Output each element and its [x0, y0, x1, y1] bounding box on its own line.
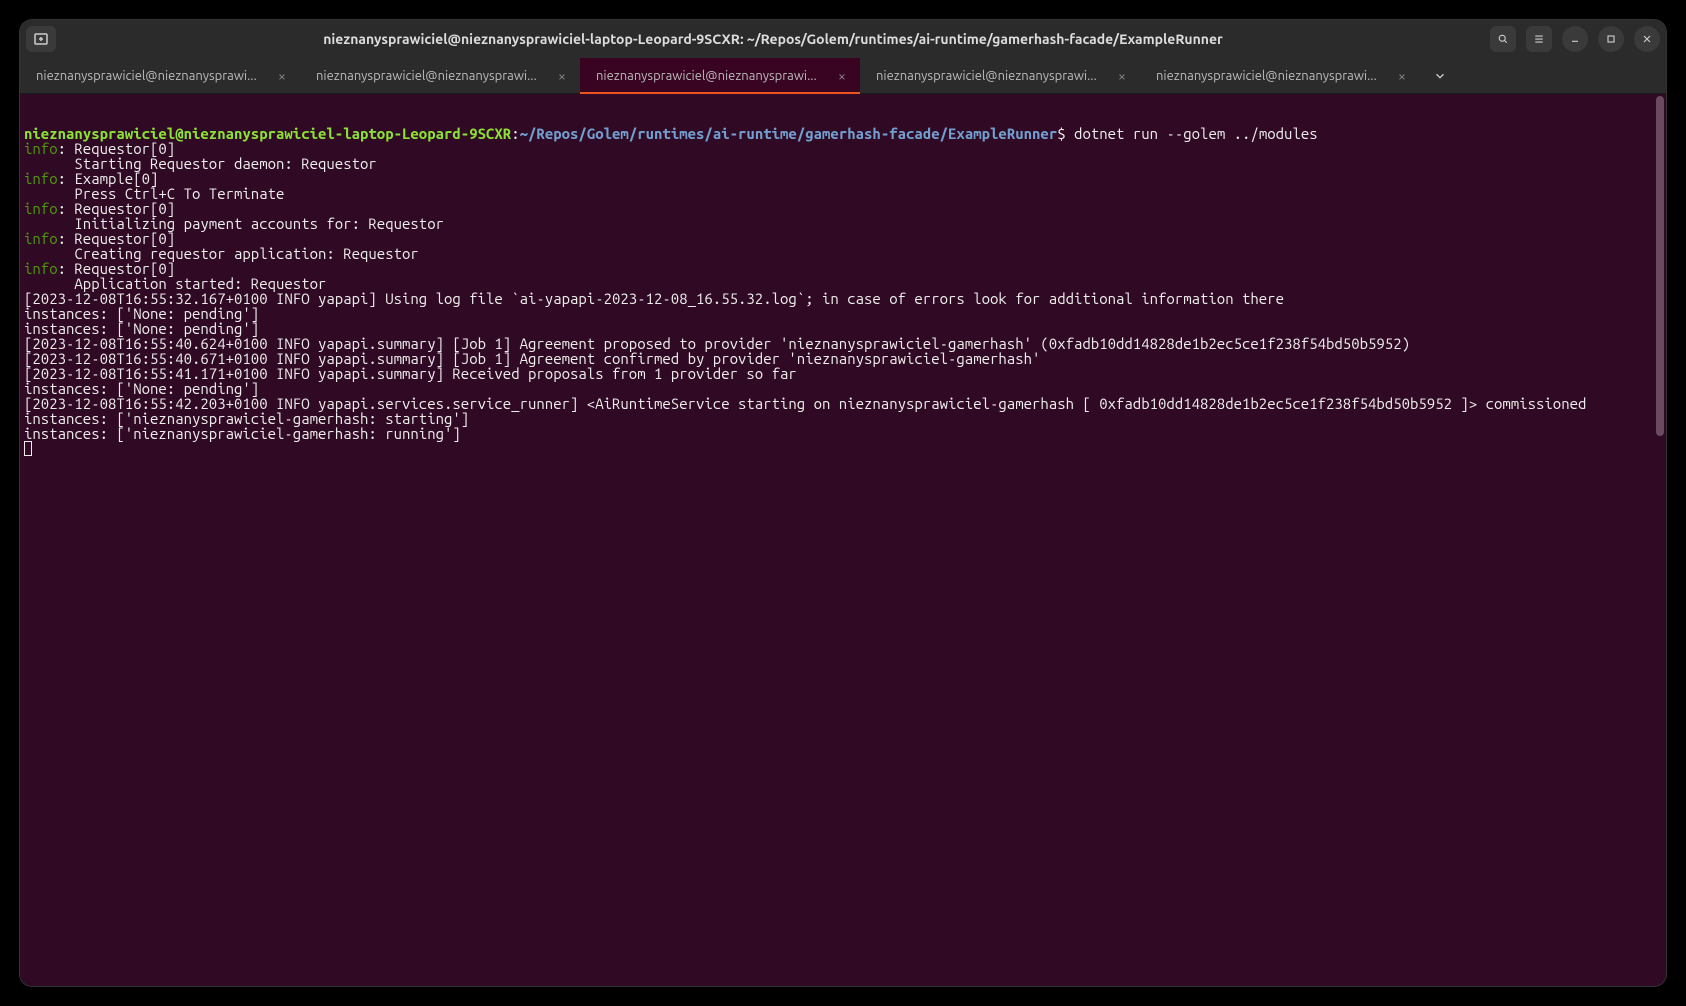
tab-close-icon[interactable]: × — [1394, 68, 1410, 84]
tab-close-icon[interactable]: × — [834, 68, 850, 84]
cursor — [24, 441, 32, 456]
new-tab-button[interactable] — [26, 26, 56, 52]
terminal-viewport[interactable]: nieznanysprawiciel@nieznanysprawiciel-la… — [20, 94, 1666, 986]
tab-4[interactable]: nieznanysprawiciel@nieznanysprawi... × — [1140, 58, 1420, 93]
tab-label: nieznanysprawiciel@nieznanysprawi... — [1156, 69, 1386, 83]
tab-label: nieznanysprawiciel@nieznanysprawi... — [36, 69, 266, 83]
titlebar: nieznanysprawiciel@nieznanysprawiciel-la… — [20, 20, 1666, 58]
close-button[interactable] — [1634, 26, 1660, 52]
maximize-button[interactable] — [1598, 26, 1624, 52]
tab-label: nieznanysprawiciel@nieznanysprawi... — [596, 69, 826, 83]
scrollbar-thumb[interactable] — [1656, 96, 1664, 436]
prompt-path: ~/Repos/Golem/runtimes/ai-runtime/gamerh… — [520, 125, 1058, 142]
command-text: dotnet run --golem ../modules — [1066, 125, 1318, 142]
tab-1[interactable]: nieznanysprawiciel@nieznanysprawi... × — [300, 58, 580, 93]
tab-bar: nieznanysprawiciel@nieznanysprawi... × n… — [20, 58, 1666, 94]
menu-button[interactable] — [1526, 26, 1552, 52]
window-title: nieznanysprawiciel@nieznanysprawiciel-la… — [56, 31, 1490, 47]
tab-close-icon[interactable]: × — [274, 68, 290, 84]
prompt-dollar: $ — [1057, 125, 1065, 142]
terminal-content: nieznanysprawiciel@nieznanysprawiciel-la… — [24, 126, 1662, 456]
tab-3[interactable]: nieznanysprawiciel@nieznanysprawi... × — [860, 58, 1140, 93]
tab-overflow-button[interactable] — [1420, 58, 1460, 93]
tab-label: nieznanysprawiciel@nieznanysprawi... — [876, 69, 1106, 83]
tab-0[interactable]: nieznanysprawiciel@nieznanysprawi... × — [20, 58, 300, 93]
tab-close-icon[interactable]: × — [554, 68, 570, 84]
tab-2[interactable]: nieznanysprawiciel@nieznanysprawi... × — [580, 58, 860, 93]
minimize-button[interactable] — [1562, 26, 1588, 52]
tab-label: nieznanysprawiciel@nieznanysprawi... — [316, 69, 546, 83]
search-button[interactable] — [1490, 26, 1516, 52]
prompt-colon: : — [511, 125, 519, 142]
log-line: instances: ['nieznanysprawiciel-gamerhas… — [24, 425, 461, 442]
tab-close-icon[interactable]: × — [1114, 68, 1130, 84]
terminal-window: nieznanysprawiciel@nieznanysprawiciel-la… — [20, 20, 1666, 986]
